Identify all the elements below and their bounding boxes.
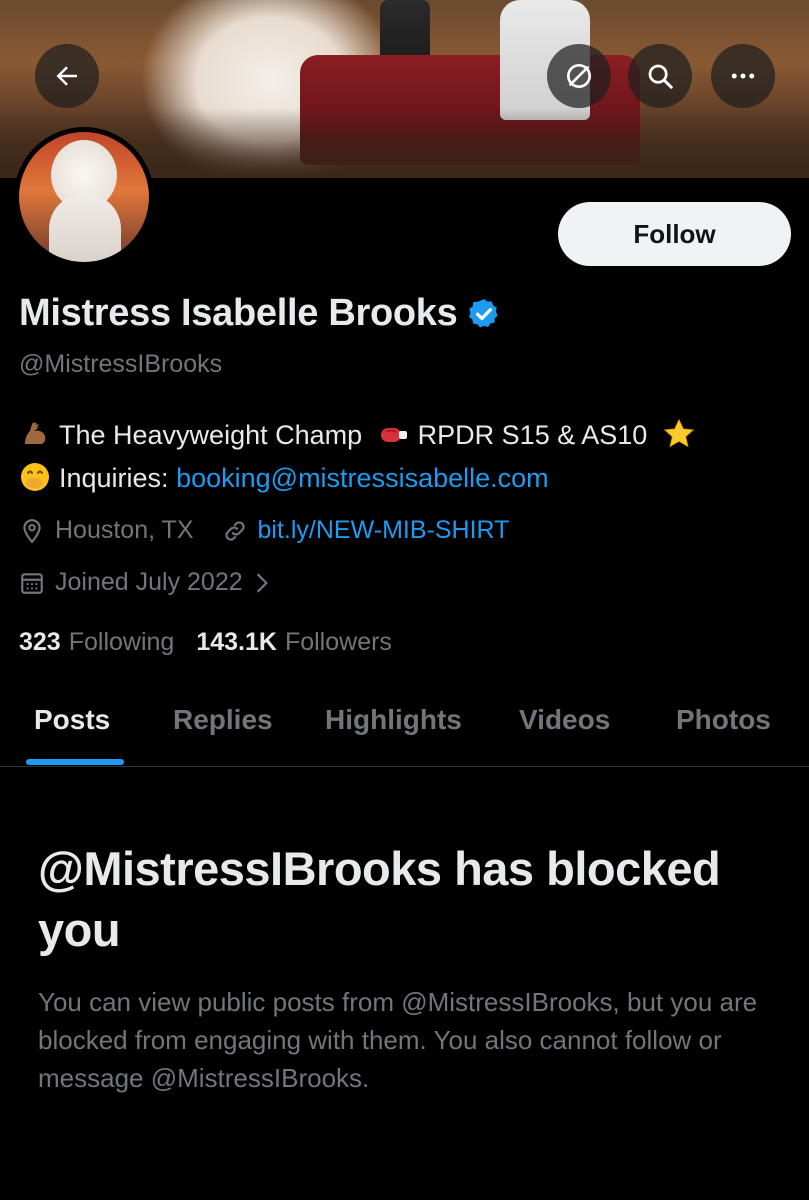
follow-counts: 323 Following 143.1K Followers — [19, 628, 414, 657]
following-count: 323 — [19, 628, 61, 656]
followers-count: 143.1K — [196, 628, 277, 656]
joined-row[interactable]: Joined July 2022 — [19, 568, 281, 597]
tab-photos[interactable]: Photos — [676, 704, 771, 736]
tab-posts[interactable]: Posts — [34, 704, 110, 736]
joined-text: Joined July 2022 — [55, 568, 243, 596]
blocked-description: You can view public posts from @Mistress… — [38, 987, 758, 1093]
location-icon — [23, 518, 41, 543]
profile-tabs: Posts Replies Highlights Videos Photos — [0, 690, 809, 767]
grok-button[interactable] — [547, 44, 611, 108]
back-button[interactable] — [35, 44, 99, 108]
followers-label: Followers — [284, 628, 392, 656]
location-text: Houston, TX — [55, 516, 194, 544]
following-link[interactable]: 323 Following — [19, 628, 174, 657]
bio-line-2: Inquiries: booking@mistressisabelle.com — [19, 457, 703, 500]
tab-replies[interactable]: Replies — [173, 704, 273, 736]
avatar-image — [19, 132, 149, 262]
tab-videos[interactable]: Videos — [519, 704, 610, 736]
face-with-hand-over-mouth-icon — [21, 463, 49, 491]
chevron-right-icon — [256, 572, 268, 593]
more-button[interactable] — [711, 44, 775, 108]
grok-icon — [567, 64, 591, 88]
search-icon — [648, 64, 673, 89]
profile-bio: The Heavyweight Champ RPDR S15 & AS10 In… — [19, 414, 703, 500]
calendar-icon — [21, 572, 43, 594]
active-tab-indicator — [26, 759, 124, 765]
display-name: Mistress Isabelle Brooks — [19, 292, 458, 334]
boxing-glove-icon — [380, 428, 407, 442]
name-row: Mistress Isabelle Brooks — [19, 292, 501, 335]
arrow-left-icon — [56, 66, 77, 86]
followers-link[interactable]: 143.1K Followers — [196, 628, 392, 657]
verified-badge-icon — [469, 298, 499, 327]
follow-button[interactable]: Follow — [558, 202, 791, 266]
bio-email-link[interactable]: booking@mistressisabelle.com — [176, 463, 549, 493]
profile-meta-row: Houston, TX bit.ly/NEW-MIB-SHIRT — [19, 516, 509, 545]
more-icon — [731, 73, 755, 79]
avatar[interactable] — [14, 127, 154, 267]
website-link[interactable]: bit.ly/NEW-MIB-SHIRT — [258, 516, 510, 545]
tab-highlights[interactable]: Highlights — [325, 704, 462, 736]
bio-line-1: The Heavyweight Champ RPDR S15 & AS10 — [19, 414, 703, 457]
user-handle: @MistressIBrooks — [19, 350, 223, 378]
search-button[interactable] — [628, 44, 692, 108]
star-icon — [663, 418, 694, 448]
flexed-biceps-icon — [25, 422, 46, 444]
following-label: Following — [68, 628, 175, 656]
link-icon — [224, 520, 245, 541]
blocked-title: @MistressIBrooks has blocked you — [38, 842, 721, 956]
